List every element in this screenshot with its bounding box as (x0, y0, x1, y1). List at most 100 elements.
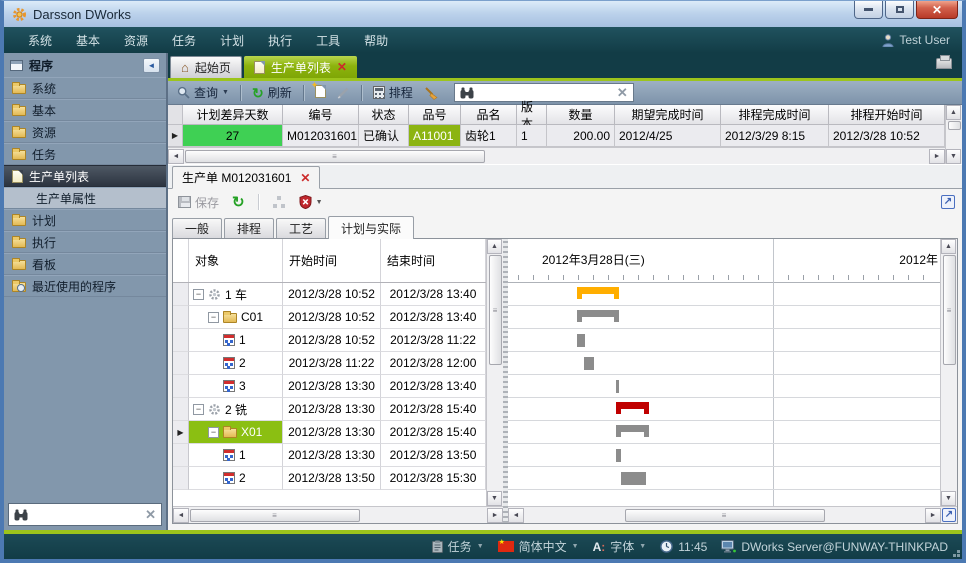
sidebar-item-0[interactable]: 系统 (4, 77, 166, 99)
orders-column-header-7[interactable]: 期望完成时间 (615, 105, 721, 125)
query-button[interactable]: 查询 ▼ (174, 83, 232, 102)
violations-dropdown-icon[interactable]: ▼ (316, 199, 323, 206)
tree-row-8[interactable]: 2 2012/3/28 13:50 2012/3/28 15:30 (173, 467, 486, 490)
menu-item-3[interactable]: 任务 (160, 32, 208, 49)
start-time-cell[interactable]: 2012/3/28 13:30 (283, 421, 381, 444)
detail-tab-3[interactable]: 计划与实际 (328, 216, 414, 239)
tree-row-4[interactable]: 3 2012/3/28 13:30 2012/3/28 13:40 (173, 375, 486, 398)
scrollbar-thumb[interactable]: ≡ (625, 509, 825, 522)
end-time-cell[interactable]: 2012/3/28 15:40 (381, 398, 486, 421)
end-time-cell[interactable]: 2012/3/28 13:40 (381, 283, 486, 306)
relations-button[interactable] (269, 195, 289, 209)
end-time-cell[interactable]: 2012/3/28 12:00 (381, 352, 486, 375)
order-cell-3[interactable]: A11001 (409, 125, 461, 147)
end-time-cell[interactable]: 2012/3/28 13:40 (381, 375, 486, 398)
toolbar-search-clear-icon[interactable]: ✕ (617, 85, 628, 101)
gantt-popout-icon[interactable]: ↗ (942, 508, 956, 522)
gantt-bar-task[interactable] (616, 449, 621, 462)
scrollbar-thumb[interactable]: ≡ (943, 255, 956, 365)
status-item-1[interactable]: 简体中文▼ (498, 538, 579, 555)
object-cell[interactable]: 1 (189, 329, 283, 352)
tree-expander-icon[interactable]: − (193, 289, 204, 300)
order-row[interactable]: ▶27M012031601已确认A11001齿轮11200.002012/4/2… (168, 125, 945, 147)
gantt-hscrollbar[interactable]: ◄ ≡ ► ↗ (508, 506, 957, 523)
orders-vscrollbar[interactable]: ▲ ▼ (945, 105, 962, 164)
scroll-right-icon[interactable]: ► (487, 508, 503, 523)
tree-hscrollbar[interactable]: ◄ ≡ ► (173, 506, 503, 523)
status-item-3[interactable]: 11:45 (660, 540, 707, 554)
start-time-cell[interactable]: 2012/3/28 13:30 (283, 444, 381, 467)
gantt-bar-task[interactable] (577, 334, 585, 347)
object-cell[interactable]: 1 (189, 444, 283, 467)
menu-item-2[interactable]: 资源 (112, 32, 160, 49)
object-cell[interactable]: −X01 (189, 421, 283, 444)
detail-tab-0[interactable]: 一般 (172, 218, 222, 238)
detail-refresh-button[interactable]: ↻ (229, 194, 248, 211)
sidebar-item-5[interactable]: 生产单属性 (4, 187, 166, 209)
start-time-cell[interactable]: 2012/3/28 10:52 (283, 306, 381, 329)
main-tab-1[interactable]: 生产单列表✕ (244, 56, 357, 78)
scroll-down-icon[interactable]: ▼ (941, 491, 956, 506)
tree-expander-icon[interactable]: − (208, 312, 219, 323)
sidebar-item-8[interactable]: 看板 (4, 253, 166, 275)
scroll-left-icon[interactable]: ◄ (168, 149, 184, 164)
order-cell-6[interactable]: 200.00 (547, 125, 615, 147)
schedule-button[interactable]: 排程 (370, 83, 416, 102)
status-item-4[interactable]: DWorks Server@FUNWAY-THINKPAD (721, 540, 948, 554)
menu-item-7[interactable]: 帮助 (352, 32, 400, 49)
status-dropdown-icon[interactable]: ▼ (639, 543, 646, 550)
end-time-cell[interactable]: 2012/3/28 13:50 (381, 444, 486, 467)
status-item-2[interactable]: A:字体▼ (593, 538, 647, 555)
scroll-left-icon[interactable]: ◄ (508, 508, 524, 523)
order-cell-7[interactable]: 2012/4/25 (615, 125, 721, 147)
object-cell[interactable]: 2 (189, 467, 283, 490)
orders-hscrollbar[interactable]: ◄ ≡ ► (168, 147, 945, 164)
start-time-cell[interactable]: 2012/3/28 13:30 (283, 375, 381, 398)
gantt-bar-summary[interactable] (577, 287, 619, 299)
sidebar-item-3[interactable]: 任务 (4, 143, 166, 165)
sidebar-item-4[interactable]: 生产单列表 (4, 165, 166, 187)
sidebar-search-clear-icon[interactable]: ✕ (145, 507, 156, 523)
scrollbar-thumb[interactable]: ≡ (489, 255, 502, 365)
tree-row-0[interactable]: −1 车 2012/3/28 10:52 2012/3/28 13:40 (173, 283, 486, 306)
orders-column-header-2[interactable]: 状态 (359, 105, 409, 125)
resize-grip[interactable] (957, 554, 960, 557)
popout-icon[interactable]: ↗ (941, 195, 955, 209)
edit-button[interactable] (334, 85, 353, 100)
sidebar-item-7[interactable]: 执行 (4, 231, 166, 253)
end-time-cell[interactable]: 2012/3/28 15:40 (381, 421, 486, 444)
object-cell[interactable]: 3 (189, 375, 283, 398)
sidebar-item-2[interactable]: 资源 (4, 121, 166, 143)
order-cell-1[interactable]: M012031601 (283, 125, 359, 147)
orders-column-header-8[interactable]: 排程完成时间 (721, 105, 829, 125)
clean-button[interactable] (421, 85, 441, 101)
orders-column-header-5[interactable]: 版本 (517, 105, 547, 125)
gantt-vscrollbar[interactable]: ▲ ≡ ▼ (940, 239, 957, 506)
query-dropdown-icon[interactable]: ▼ (222, 89, 229, 96)
scroll-down-icon[interactable]: ▼ (487, 491, 502, 506)
tree-row-6[interactable]: ▶ −X01 2012/3/28 13:30 2012/3/28 15:40 (173, 421, 486, 444)
document-tab[interactable]: 生产单 M012031601 ✕ (172, 166, 320, 189)
close-button[interactable]: ✕ (916, 1, 958, 19)
maximize-button[interactable] (885, 1, 914, 19)
tree-column-header-1[interactable]: 开始时间 (283, 239, 381, 282)
menu-item-5[interactable]: 执行 (256, 32, 304, 49)
detail-tab-1[interactable]: 排程 (224, 218, 274, 238)
sidebar-item-6[interactable]: 计划 (4, 209, 166, 231)
scroll-right-icon[interactable]: ► (925, 508, 941, 523)
order-cell-9[interactable]: 2012/3/28 10:52 (829, 125, 945, 147)
tree-row-2[interactable]: 1 2012/3/28 10:52 2012/3/28 11:22 (173, 329, 486, 352)
minimize-button[interactable] (854, 1, 883, 19)
detail-tab-2[interactable]: 工艺 (276, 218, 326, 238)
tree-expander-icon[interactable]: − (193, 404, 204, 415)
end-time-cell[interactable]: 2012/3/28 15:30 (381, 467, 486, 490)
orders-column-header-0[interactable]: 计划差异天数 (183, 105, 283, 125)
scroll-up-icon[interactable]: ▲ (941, 239, 956, 254)
scroll-right-icon[interactable]: ► (929, 149, 945, 164)
save-button[interactable]: 保存 (175, 193, 222, 212)
user-indicator[interactable]: Test User (882, 33, 950, 47)
orders-column-header-3[interactable]: 品号 (409, 105, 461, 125)
object-cell[interactable]: 2 (189, 352, 283, 375)
tree-row-3[interactable]: 2 2012/3/28 11:22 2012/3/28 12:00 (173, 352, 486, 375)
menu-item-4[interactable]: 计划 (208, 32, 256, 49)
